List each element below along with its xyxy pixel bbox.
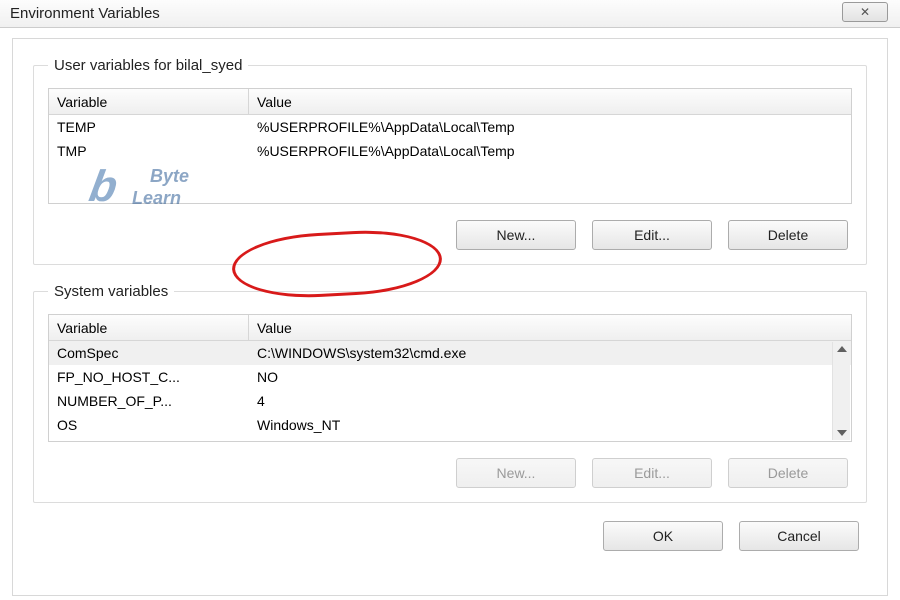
cancel-button[interactable]: Cancel (739, 521, 859, 551)
system-header-value[interactable]: Value (249, 315, 851, 340)
user-header-value[interactable]: Value (249, 89, 851, 114)
user-button-row: New... Edit... Delete (48, 220, 852, 250)
dialog-button-row: OK Cancel (33, 521, 867, 551)
system-button-row: New... Edit... Delete (48, 458, 852, 488)
user-header-variable[interactable]: Variable (49, 89, 249, 114)
user-variables-table: Variable Value TEMP %USERPROFILE%\AppDat… (48, 88, 852, 204)
scroll-down-icon (837, 430, 847, 436)
system-new-button[interactable]: New... (456, 458, 576, 488)
cell-value: Windows_NT (249, 417, 851, 433)
close-icon: ✕ (860, 5, 870, 19)
user-new-button[interactable]: New... (456, 220, 576, 250)
cell-variable: OS (49, 417, 249, 433)
user-edit-button[interactable]: Edit... (592, 220, 712, 250)
user-delete-button[interactable]: Delete (728, 220, 848, 250)
cell-value: %USERPROFILE%\AppData\Local\Temp (249, 143, 851, 159)
system-group-legend: System variables (48, 283, 174, 300)
system-header-variable[interactable]: Variable (49, 315, 249, 340)
cell-variable: TEMP (49, 119, 249, 135)
cell-variable: TMP (49, 143, 249, 159)
table-row[interactable]: TEMP %USERPROFILE%\AppData\Local\Temp (49, 115, 851, 139)
user-table-header: Variable Value (49, 89, 851, 115)
scroll-up-icon (837, 346, 847, 352)
table-row[interactable]: ComSpec C:\WINDOWS\system32\cmd.exe (49, 341, 851, 365)
dialog-body: User variables for bilal_syed Variable V… (12, 38, 888, 596)
cell-value: C:\WINDOWS\system32\cmd.exe (249, 345, 851, 361)
cell-variable: FP_NO_HOST_C... (49, 369, 249, 385)
cell-value: %USERPROFILE%\AppData\Local\Temp (249, 119, 851, 135)
cell-value: 4 (249, 393, 851, 409)
cell-value: NO (249, 369, 851, 385)
table-row[interactable]: TMP %USERPROFILE%\AppData\Local\Temp (49, 139, 851, 163)
cell-variable: ComSpec (49, 345, 249, 361)
close-button[interactable]: ✕ (842, 2, 888, 22)
titlebar: Environment Variables ✕ (0, 0, 900, 28)
system-edit-button[interactable]: Edit... (592, 458, 712, 488)
user-variables-group: User variables for bilal_syed Variable V… (33, 57, 867, 265)
table-row[interactable]: FP_NO_HOST_C... NO (49, 365, 851, 389)
window-title: Environment Variables (10, 5, 160, 22)
user-table-rows: TEMP %USERPROFILE%\AppData\Local\Temp TM… (49, 115, 851, 165)
user-group-legend: User variables for bilal_syed (48, 57, 248, 74)
system-delete-button[interactable]: Delete (728, 458, 848, 488)
system-variables-group: System variables Variable Value ComSpec … (33, 283, 867, 503)
table-row[interactable]: NUMBER_OF_P... 4 (49, 389, 851, 413)
cell-variable: NUMBER_OF_P... (49, 393, 249, 409)
table-row[interactable]: OS Windows_NT (49, 413, 851, 437)
system-table-rows: ComSpec C:\WINDOWS\system32\cmd.exe FP_N… (49, 341, 851, 437)
system-scrollbar[interactable] (832, 342, 850, 440)
system-table-header: Variable Value (49, 315, 851, 341)
ok-button[interactable]: OK (603, 521, 723, 551)
system-variables-table: Variable Value ComSpec C:\WINDOWS\system… (48, 314, 852, 442)
